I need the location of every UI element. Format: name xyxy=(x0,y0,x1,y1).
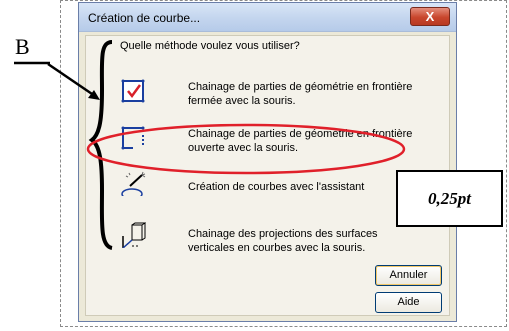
highlight-ellipse xyxy=(86,123,406,175)
annotation-arrow xyxy=(47,62,96,98)
annotation-label-b: B xyxy=(15,34,30,59)
curly-brace xyxy=(88,40,113,250)
annotation-overlay xyxy=(14,40,406,250)
annotation-note-box: 0,25pt xyxy=(396,170,503,227)
